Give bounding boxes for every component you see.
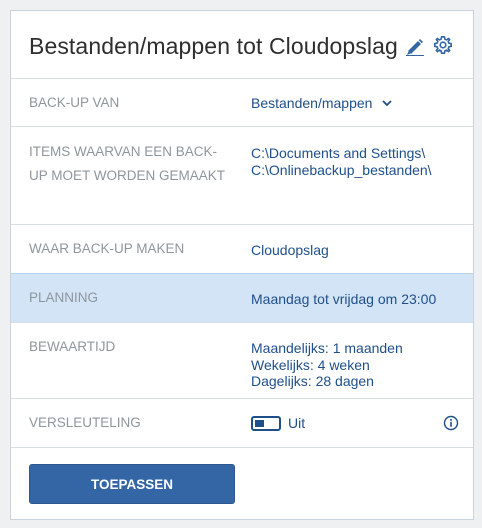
row-retention: BEWAARTIJD Maandelijks: 1 maanden Wekeli… xyxy=(11,323,473,399)
plan-title: Bestanden/mappen tot Cloudopslag xyxy=(29,33,398,59)
toggle-switch[interactable] xyxy=(251,415,281,431)
label-backup-source: BACK-UP VAN xyxy=(29,95,120,110)
toggle-label: Uit xyxy=(288,415,306,431)
label-schedule: PLANNING xyxy=(29,290,99,305)
retention-value[interactable]: Maandelijks: 1 maanden Wekelijks: 4 weke… xyxy=(251,340,403,390)
row-items: ITEMS WAARVAN EEN BACK-UP MOET WORDEN GE… xyxy=(11,127,473,225)
backup-plan-panel: Bestanden/mappen tot Cloudopslag BACK-UP… xyxy=(10,10,474,520)
item-path: C:\Onlinebackup_bestanden\ xyxy=(251,161,432,178)
row-schedule[interactable]: PLANNING Maandag tot vrijdag om 23:00 xyxy=(11,273,473,323)
item-path: C:\Documents and Settings\ xyxy=(251,145,426,161)
info-icon[interactable] xyxy=(443,415,459,431)
destination-value[interactable]: Cloudopslag xyxy=(251,242,329,259)
backup-source-value: Bestanden/mappen xyxy=(251,95,373,111)
schedule-value: Maandag tot vrijdag om 23:00 xyxy=(251,291,437,307)
label-destination: WAAR BACK-UP MAKEN xyxy=(29,241,185,256)
items-value[interactable]: C:\Documents and Settings\ C:\Onlineback… xyxy=(251,145,432,178)
row-destination: WAAR BACK-UP MAKEN Cloudopslag xyxy=(11,225,473,274)
chevron-down-icon xyxy=(382,100,392,107)
apply-button[interactable]: TOEPASSEN xyxy=(29,464,235,504)
row-encryption: VERSLEUTELING Uit xyxy=(11,399,473,448)
encryption-toggle[interactable]: Uit xyxy=(251,415,305,431)
gear-icon[interactable] xyxy=(433,35,453,55)
label-retention: BEWAARTIJD xyxy=(29,339,116,354)
row-backup-source: BACK-UP VAN Bestanden/mappen xyxy=(11,79,473,127)
retention-weekly: Wekelijks: 4 weken xyxy=(251,356,370,373)
label-items: ITEMS WAARVAN EEN BACK-UP MOET WORDEN GE… xyxy=(29,144,226,183)
panel-header: Bestanden/mappen tot Cloudopslag xyxy=(11,11,473,79)
pencil-icon[interactable] xyxy=(405,36,425,57)
retention-daily: Dagelijks: 28 dagen xyxy=(251,373,374,389)
backup-source-dropdown[interactable]: Bestanden/mappen xyxy=(251,95,392,112)
label-encryption: VERSLEUTELING xyxy=(29,415,141,430)
retention-monthly: Maandelijks: 1 maanden xyxy=(251,340,403,356)
toggle-knob xyxy=(255,419,264,427)
